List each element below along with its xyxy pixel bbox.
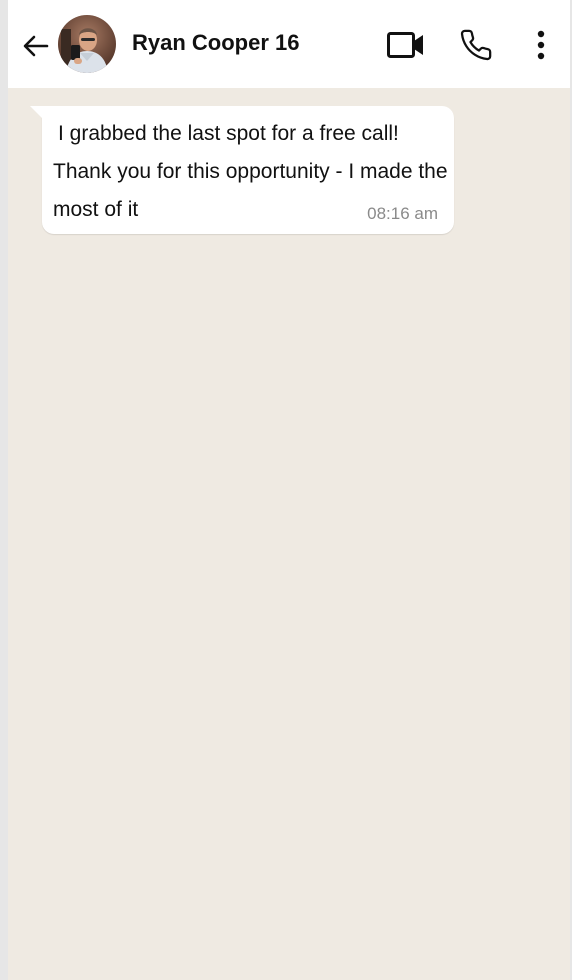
message-list[interactable]: I grabbed the last spot for a free call!… xyxy=(8,88,570,980)
video-camera-icon xyxy=(387,32,423,58)
more-vertical-icon xyxy=(537,30,545,60)
bubble-tail xyxy=(30,106,42,118)
chat-header: Ryan Cooper 16 xyxy=(8,0,570,88)
back-button[interactable] xyxy=(20,30,52,62)
avatar[interactable] xyxy=(58,15,116,73)
message-timestamp: 08:16 am xyxy=(367,204,438,223)
voice-call-button[interactable] xyxy=(456,25,496,65)
video-call-button[interactable] xyxy=(384,25,428,65)
chat-screen: Ryan Cooper 16 I grabbed the last spot f… xyxy=(8,0,570,980)
phone-icon xyxy=(460,29,492,61)
contact-name[interactable]: Ryan Cooper 16 xyxy=(132,30,300,56)
contact-avatar-image xyxy=(58,15,116,73)
arrow-left-icon xyxy=(23,35,49,57)
more-options-button[interactable] xyxy=(526,25,556,65)
incoming-message-bubble[interactable]: I grabbed the last spot for a free call!… xyxy=(30,106,454,234)
